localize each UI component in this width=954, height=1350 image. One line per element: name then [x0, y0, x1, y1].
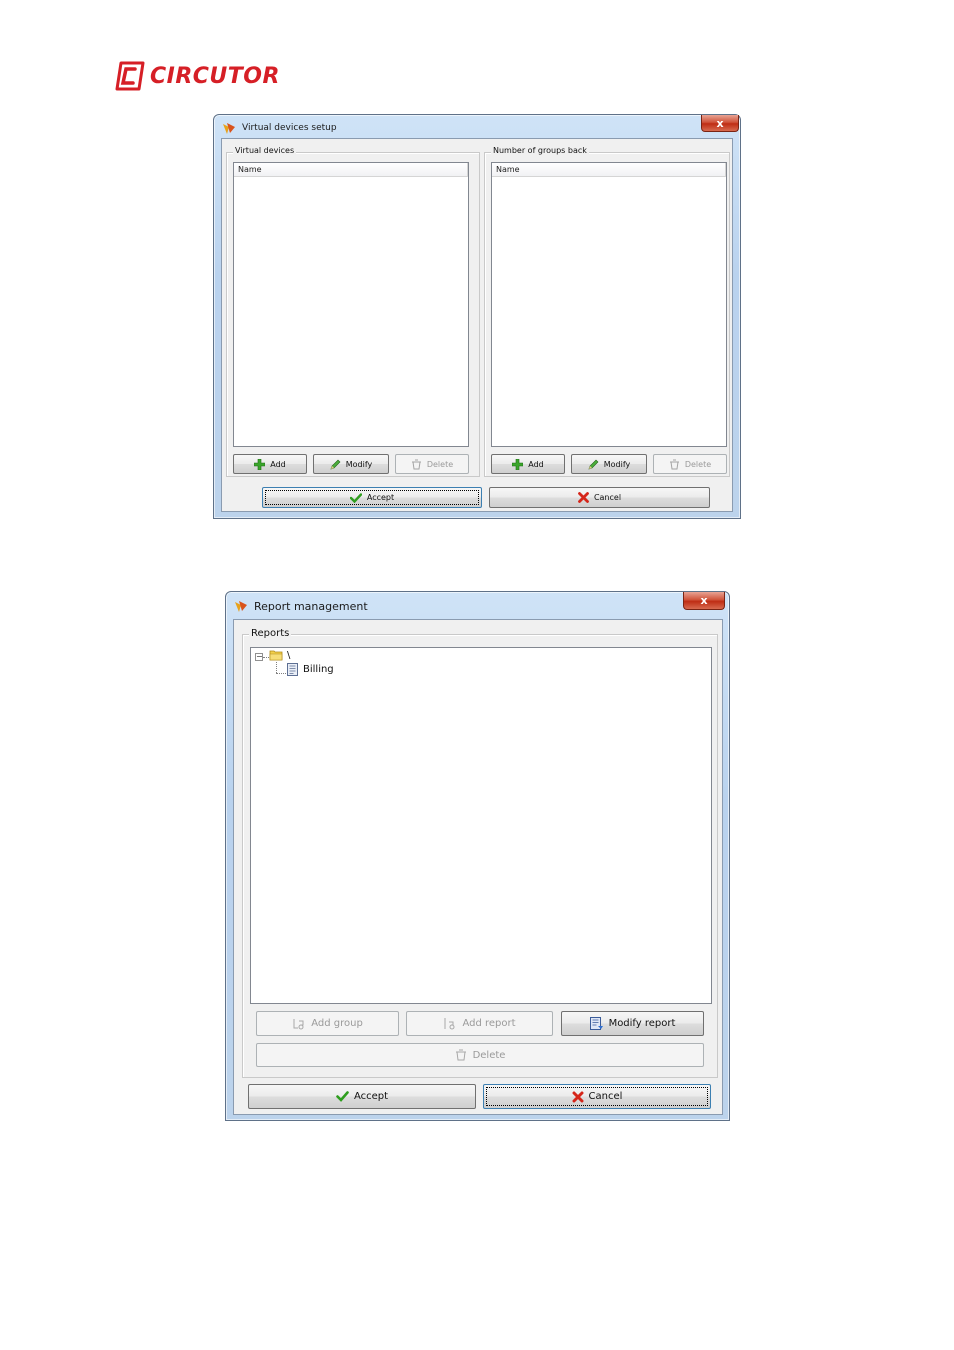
delete-label: Delete	[426, 459, 454, 469]
group-label: Number of groups back	[491, 146, 589, 155]
accept-button[interactable]: Accept	[262, 487, 482, 508]
collapse-icon[interactable]: −	[255, 653, 263, 661]
virtual-devices-group: Virtual devices Name Add Modify Delete	[226, 146, 480, 477]
plus-icon	[512, 458, 524, 470]
pencil-icon	[330, 459, 341, 470]
tree-node-root[interactable]: \	[269, 649, 290, 661]
add-group-label: Add group	[311, 1018, 363, 1029]
dialog-client-area: Virtual devices Name Add Modify Delete N…	[221, 138, 733, 512]
cancel-label: Cancel	[588, 1091, 623, 1102]
column-header-name[interactable]: Name	[234, 163, 468, 177]
modify-report-icon	[589, 1017, 604, 1030]
virtual-devices-dialog: Virtual devices setup x Virtual devices …	[213, 114, 741, 519]
delete-button[interactable]: Delete	[395, 454, 469, 474]
modify-button[interactable]: Modify	[313, 454, 389, 474]
red-x-icon	[578, 492, 589, 503]
app-icon	[235, 601, 247, 612]
accept-button[interactable]: Accept	[248, 1084, 476, 1109]
circutor-logo-mark	[115, 61, 145, 91]
add-group-icon	[292, 1017, 306, 1030]
app-icon	[223, 123, 235, 134]
group-label: Reports	[249, 628, 292, 639]
window-title: Virtual devices setup	[242, 123, 337, 133]
red-x-icon	[572, 1091, 584, 1103]
column-header-name[interactable]: Name	[492, 163, 726, 177]
delete-icon	[669, 459, 680, 470]
add-group-button[interactable]: Add group	[256, 1011, 399, 1036]
report-management-dialog: Report management x Reports − \ Billing …	[225, 591, 730, 1121]
add-label: Add	[270, 459, 286, 469]
pencil-icon	[588, 459, 599, 470]
circutor-logo-text: CIRCUTOR	[150, 63, 280, 89]
delete-button[interactable]: Delete	[653, 454, 727, 474]
checkmark-icon	[349, 492, 362, 503]
accept-label: Accept	[353, 1091, 389, 1102]
close-icon: x	[716, 116, 724, 130]
close-icon: x	[700, 594, 708, 607]
modify-button[interactable]: Modify	[571, 454, 647, 474]
add-report-button[interactable]: Add report	[406, 1011, 553, 1036]
close-button[interactable]: x	[683, 592, 725, 610]
reports-tree[interactable]: − \ Billing	[250, 647, 712, 1004]
window-title: Report management	[254, 599, 368, 613]
group-label: Virtual devices	[233, 146, 297, 155]
groups-back-list[interactable]: Name	[491, 162, 727, 447]
delete-icon	[411, 459, 422, 470]
cancel-button[interactable]: Cancel	[483, 1084, 711, 1109]
circutor-logo: CIRCUTOR	[113, 58, 280, 94]
delete-icon	[455, 1049, 468, 1061]
accept-label: Accept	[366, 493, 395, 502]
cancel-button[interactable]: Cancel	[489, 487, 710, 508]
reports-group: Reports − \ Billing Add group Add report…	[242, 628, 718, 1078]
add-label: Add	[528, 459, 544, 469]
cancel-label: Cancel	[593, 493, 622, 502]
tree-node-billing[interactable]: Billing	[287, 663, 334, 676]
delete-label: Delete	[684, 459, 712, 469]
checkmark-icon	[336, 1091, 349, 1102]
modify-label: Modify	[345, 459, 373, 469]
delete-label: Delete	[472, 1049, 506, 1061]
modify-report-button[interactable]: Modify report	[561, 1011, 704, 1036]
virtual-devices-list[interactable]: Name	[233, 162, 469, 447]
tree-node-label: \	[287, 649, 291, 661]
add-report-label: Add report	[462, 1018, 516, 1029]
report-document-icon	[287, 663, 298, 676]
dialog-client-area: Reports − \ Billing Add group Add report…	[233, 619, 723, 1115]
groups-back-group: Number of groups back Name Add Modify De…	[484, 146, 730, 477]
folder-icon	[269, 649, 283, 661]
close-button[interactable]: x	[701, 115, 739, 132]
window-title-bar: Report management	[234, 599, 368, 613]
delete-button[interactable]: Delete	[256, 1043, 704, 1067]
add-button[interactable]: Add	[233, 454, 307, 474]
plus-icon	[254, 458, 266, 470]
add-report-icon	[443, 1017, 457, 1030]
window-title-bar: Virtual devices setup	[222, 121, 337, 135]
add-button[interactable]: Add	[491, 454, 565, 474]
modify-label: Modify	[603, 459, 631, 469]
modify-report-label: Modify report	[608, 1018, 676, 1029]
tree-node-label: Billing	[303, 664, 334, 675]
